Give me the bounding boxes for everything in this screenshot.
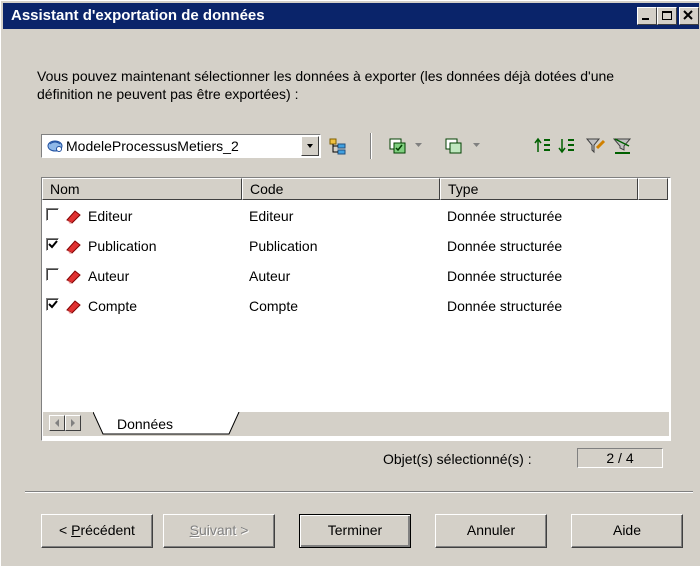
divider [25,491,693,493]
model-icon [47,140,63,152]
row-type: Donnée structurée [447,208,563,224]
move-down-button[interactable] [557,136,579,156]
maximize-icon [662,11,672,20]
model-selector-value: ModeleProcessusMetiers_2 [66,138,239,154]
minimize-button[interactable] [637,7,657,25]
move-up-button[interactable] [533,136,555,156]
selected-count-value: 2 / 4 [577,448,663,468]
minimize-icon [642,18,649,20]
deselect-all-icon [445,138,462,154]
column-header-filler [638,178,668,200]
cancel-button[interactable]: Annuler [435,514,547,548]
structured-data-icon [66,240,81,254]
deselect-all-button[interactable] [443,136,465,156]
toolbar-separator [370,133,372,159]
close-button[interactable] [679,7,699,25]
close-icon [683,10,693,20]
select-all-button[interactable] [387,136,409,156]
next-button[interactable]: Suivant > [163,514,275,548]
hierarchy-button[interactable] [327,136,349,156]
row-code: Editeur [249,208,294,224]
row-checkbox[interactable] [46,268,59,281]
structured-data-icon [66,300,81,314]
previous-button[interactable]: < Précédent [41,514,153,548]
model-selector[interactable]: ModeleProcessusMetiers_2 [41,134,321,158]
next-accelerator: S [189,522,199,538]
chevron-left-icon [55,419,59,427]
row-type: Donnée structurée [447,298,563,314]
row-code: Compte [249,298,299,314]
row-checkbox[interactable] [46,298,59,311]
row-checkbox[interactable] [46,208,59,221]
selected-count-label: Objet(s) sélectionné(s) : [383,451,532,467]
previous-label: récédent [80,522,135,538]
tab-scroll-right-button[interactable] [65,415,81,431]
select-all-icon [389,138,406,154]
data-list[interactable]: Nom Code Type Editeur Editeur Donnée str… [41,177,671,441]
chevron-down-icon [307,144,313,148]
clear-filter-button[interactable] [611,136,633,156]
table-row[interactable]: Publication Publication Donnée structuré… [42,231,668,261]
hierarchy-icon [329,138,346,155]
row-type: Donnée structurée [447,238,563,254]
intro-text: Vous pouvez maintenant sélectionner les … [37,68,615,102]
title-bar: Assistant d'exportation de données [3,3,699,29]
clear-filter-icon [612,138,632,154]
column-header-code[interactable]: Code [242,178,440,200]
export-wizard-window: Assistant d'exportation de données Vous … [0,0,700,566]
row-type: Donnée structurée [447,268,563,284]
model-selector-dropdown[interactable] [301,136,319,156]
next-label: uivant > [198,522,249,538]
filter-icon [585,138,606,154]
row-name: Publication [88,238,157,254]
tab-donnees[interactable]: Données [117,416,173,432]
previous-prefix: < [59,522,72,538]
row-code: Auteur [249,268,291,284]
table-row[interactable]: Editeur Editeur Donnée structurée [42,201,668,231]
structured-data-icon [66,210,81,224]
maximize-button[interactable] [657,7,677,25]
table-row[interactable]: Auteur Auteur Donnée structurée [42,261,668,291]
finish-button[interactable]: Terminer [299,514,411,548]
deselect-all-dropdown-icon[interactable] [473,143,481,149]
help-button[interactable]: Aide [571,514,683,548]
checkmark-icon [48,300,58,309]
table-row[interactable]: Compte Compte Donnée structurée [42,291,668,321]
column-header-name[interactable]: Nom [42,178,242,200]
window-title: Assistant d'exportation de données [11,7,265,24]
select-all-dropdown-icon[interactable] [415,143,423,149]
row-name: Auteur [88,268,130,284]
row-name: Editeur [88,208,133,224]
filter-button[interactable] [585,136,607,156]
row-name: Compte [88,298,138,314]
checkmark-icon [48,240,58,249]
move-down-icon [558,139,574,154]
chevron-right-icon [71,419,75,427]
row-code: Publication [249,238,318,254]
move-up-icon [534,137,550,152]
structured-data-icon [66,270,81,284]
tab-strip: Données [43,412,669,436]
column-header-type[interactable]: Type [440,178,638,200]
tab-scroll-left-button[interactable] [49,415,65,431]
row-checkbox[interactable] [46,238,59,251]
